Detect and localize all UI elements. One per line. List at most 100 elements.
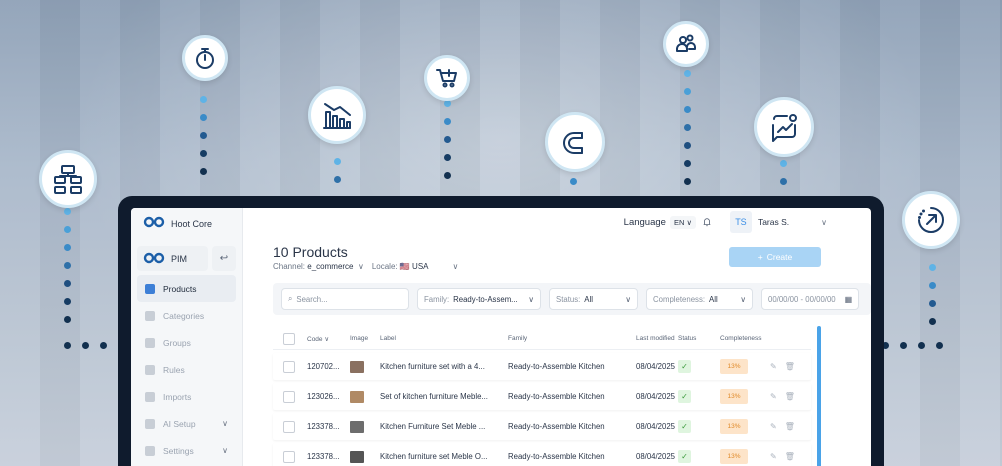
edit-icon[interactable]: ✎ (770, 452, 777, 461)
connector-dots (882, 342, 943, 349)
progress-arrow-icon (902, 191, 960, 249)
cart-icon (424, 55, 470, 101)
growth-chat-icon (754, 97, 814, 157)
top-bar: Language EN ∨ TS Taras S. ∨ (243, 208, 871, 236)
sidebar-item-ai-setup[interactable]: AI Setup ∨ (137, 410, 236, 437)
completeness-badge: 13% (720, 419, 748, 434)
sidebar-item-label: Imports (163, 391, 192, 402)
row-checkbox[interactable] (283, 390, 295, 403)
completeness-badge: 13% (720, 359, 748, 374)
layers-icon (145, 337, 155, 348)
plus-icon: + (757, 252, 763, 262)
collapse-button[interactable]: ↩ (212, 246, 236, 271)
chevron-down-icon: ∨ (740, 294, 746, 304)
sidebar-item-label: Categories (163, 310, 205, 321)
family-filter[interactable]: Family: Ready-to-Assem... ∨ (417, 288, 541, 310)
column-label: Label (380, 335, 396, 342)
column-status: Status (678, 335, 697, 342)
create-button[interactable]: + Create (729, 247, 821, 267)
column-code[interactable]: Code ∨ (307, 335, 350, 343)
sidebar-item-label: Settings (163, 445, 194, 456)
page-title: 10 Products (273, 244, 348, 260)
column-last-modified: Last modified (636, 335, 675, 342)
chevron-down-icon: ∨ (821, 217, 827, 227)
gear-icon (145, 445, 155, 456)
sidebar-item-label: Groups (163, 337, 191, 348)
sidebar-item-settings[interactable]: Settings ∨ (137, 437, 236, 464)
chevron-down-icon: ∨ (528, 294, 534, 304)
table-header: Code ∨ Image Label Family Last modified … (273, 328, 811, 350)
brand[interactable]: Hoot Core (131, 208, 242, 240)
trash-icon[interactable]: 🗑 (785, 422, 795, 431)
cell-family: Ready-to-Assemble Kitchen (508, 392, 605, 401)
cell-code: 123378... (307, 422, 340, 431)
filter-bar: ⌕ Search... Family: Ready-to-Assem... ∨ St… (273, 283, 871, 315)
sidebar-item-rules[interactable]: Rules (137, 356, 236, 383)
chevron-down-icon: ∨ (222, 446, 228, 455)
pim-logo-icon (143, 252, 165, 266)
connector-dots (334, 158, 341, 194)
status-ok-icon: ✓ (678, 390, 691, 403)
cell-last-modified: 08/04/2025 (636, 392, 676, 401)
connector-dots (64, 342, 125, 349)
list-icon (145, 310, 155, 321)
module-select[interactable]: PIM (137, 246, 208, 271)
table-row[interactable]: 123378... Kitchen Furniture Set Meble ..… (273, 413, 811, 440)
table-row[interactable]: 123026... Set of kitchen furniture Meble… (273, 383, 811, 410)
trash-icon[interactable]: 🗑 (785, 392, 795, 401)
hoot-logo-icon (143, 215, 165, 233)
status-filter[interactable]: Status: All ∨ (549, 288, 638, 310)
avatar: TS (729, 211, 752, 233)
search-input[interactable]: ⌕ Search... (281, 288, 409, 310)
completeness-filter[interactable]: Completeness: All ∨ (646, 288, 753, 310)
channel-select[interactable]: Channel: e_commerce ∨ (273, 262, 364, 271)
user-menu[interactable]: TS Taras S. ∨ (729, 211, 827, 233)
calendar-icon: ▦ (844, 294, 852, 304)
connector-dots (200, 96, 207, 186)
column-completeness: Completeness (720, 335, 762, 342)
page-header: 10 Products Channel: e_commerce ∨ Locale… (273, 244, 458, 271)
cell-label: Kitchen Furniture Set Meble ... (380, 422, 486, 431)
hierarchy-icon (39, 150, 97, 208)
bar-chart-down-icon (308, 86, 366, 144)
language-select[interactable]: EN ∨ (669, 215, 696, 229)
cell-code: 123378... (307, 452, 340, 461)
create-label: Create (766, 252, 793, 262)
product-thumbnail (350, 360, 364, 373)
sidebar-item-products[interactable]: Products (137, 275, 236, 302)
cell-label: Set of kitchen furniture Meble... (380, 392, 488, 401)
row-checkbox[interactable] (283, 420, 295, 433)
trash-icon[interactable]: 🗑 (785, 362, 795, 371)
table-row[interactable]: 120702... Kitchen furniture set with a 4… (273, 353, 811, 380)
sidebar-item-groups[interactable]: Groups (137, 329, 236, 356)
edit-icon[interactable]: ✎ (770, 422, 777, 431)
product-thumbnail (350, 450, 364, 463)
cell-family: Ready-to-Assemble Kitchen (508, 422, 605, 431)
cell-last-modified: 08/04/2025 (636, 422, 676, 431)
table-scrollbar[interactable] (817, 326, 821, 466)
row-checkbox[interactable] (283, 450, 295, 463)
row-checkbox[interactable] (283, 360, 295, 373)
chevron-down-icon: ∨ (625, 294, 631, 304)
edit-icon[interactable]: ✎ (770, 362, 777, 371)
status-ok-icon: ✓ (678, 420, 691, 433)
select-all-checkbox[interactable] (283, 332, 295, 345)
module-name: PIM (171, 253, 188, 264)
sidebar-item-label: Rules (163, 364, 185, 375)
user-name: Taras S. (757, 217, 790, 227)
date-range-input[interactable]: 00/00/00 - 00/00/00 ▦ (761, 288, 859, 310)
table-row[interactable]: 123378... Kitchen furniture set Meble O.… (273, 443, 811, 466)
sidebar-item-categories[interactable]: Categories (137, 302, 236, 329)
bell-icon[interactable] (702, 217, 712, 227)
trash-icon[interactable]: 🗑 (785, 452, 795, 461)
sidebar-item-imports[interactable]: Imports (137, 383, 236, 410)
edit-icon[interactable]: ✎ (770, 392, 777, 401)
chevron-down-icon: ∨ (222, 419, 228, 428)
cell-family: Ready-to-Assemble Kitchen (508, 452, 605, 461)
magnet-icon (545, 112, 605, 172)
sparkle-icon (145, 418, 155, 429)
locale-select[interactable]: Locale: 🇺🇸 USA ∨ (372, 262, 459, 271)
module-switcher: PIM ↩ (131, 240, 242, 275)
app-window: Hoot Core PIM ↩ Products Categories Grou… (131, 208, 871, 466)
cell-label: Kitchen furniture set Meble O... (380, 452, 488, 461)
